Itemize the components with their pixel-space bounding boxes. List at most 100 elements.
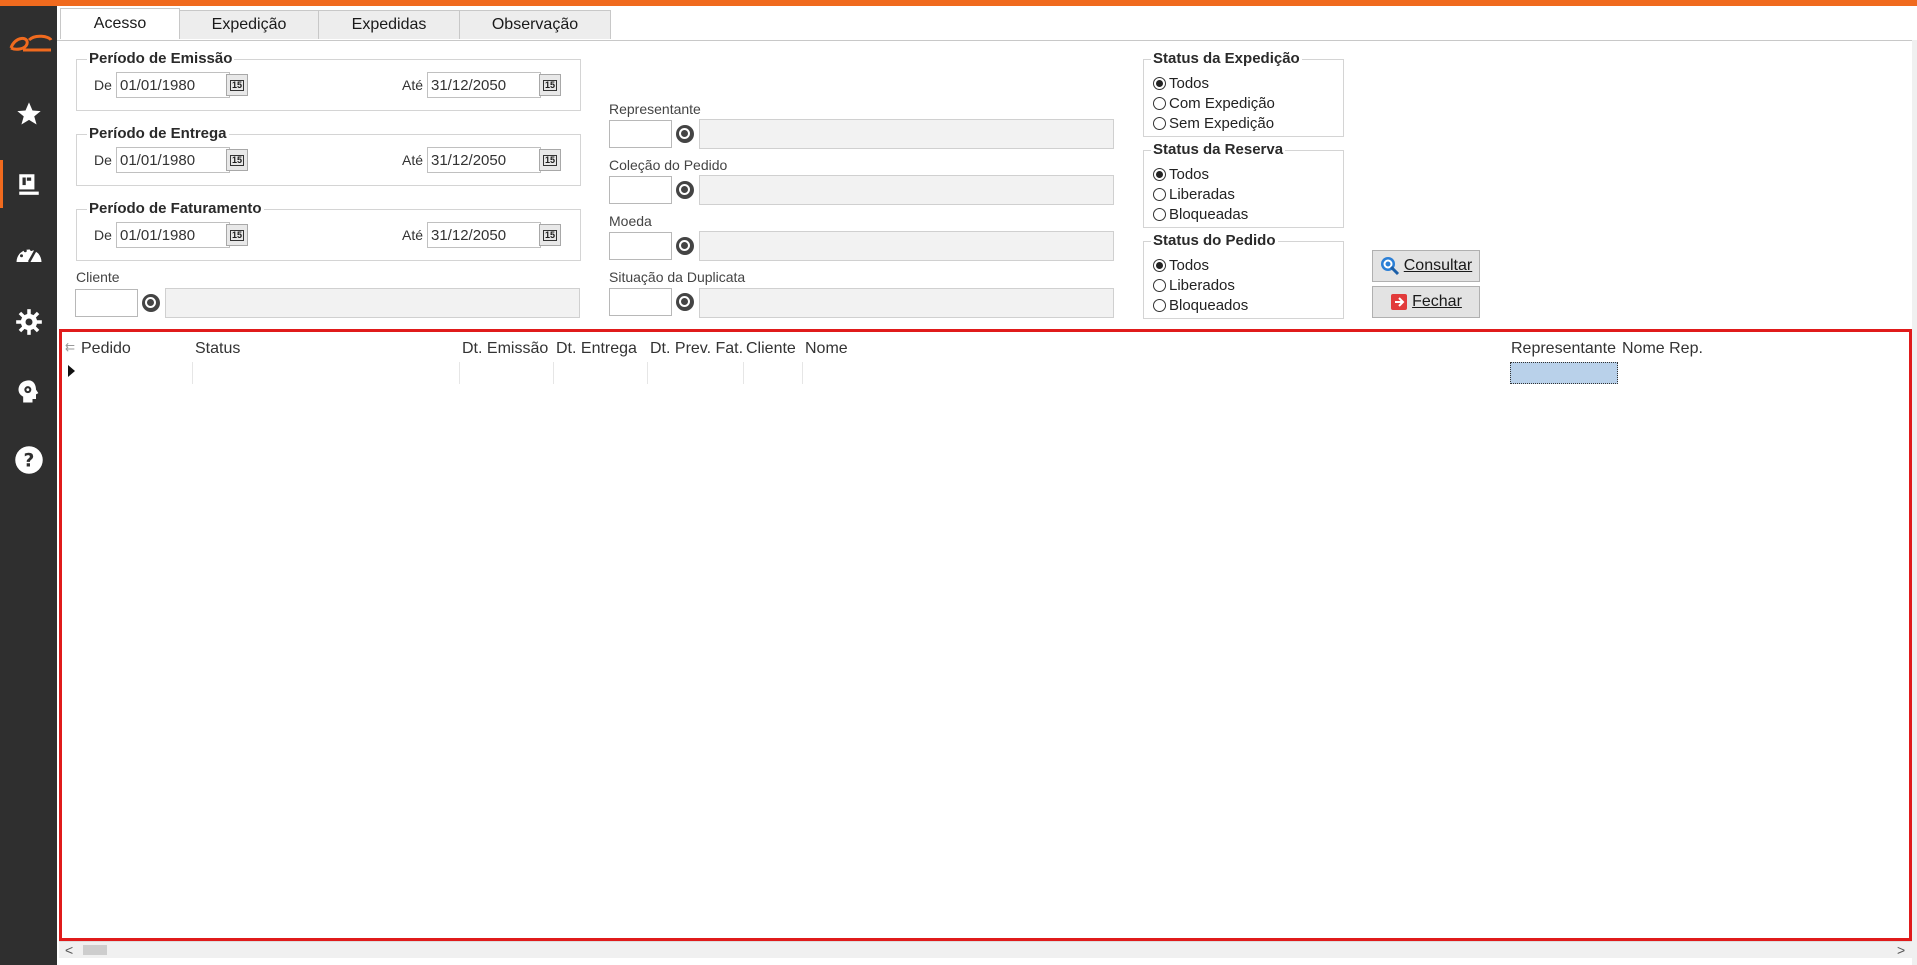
search-icon[interactable]: [676, 237, 694, 255]
column-divider: [647, 362, 648, 384]
gear-icon[interactable]: [0, 292, 57, 352]
cliente-code-input[interactable]: [75, 289, 138, 317]
representante-code-input[interactable]: [609, 120, 672, 148]
window-right-edge: [1912, 40, 1917, 965]
radio-button[interactable]: [1153, 96, 1166, 110]
column-header-representante[interactable]: Representante: [1511, 340, 1616, 358]
periodo-emissao-title: Período de Emissão: [87, 50, 235, 67]
scrollbar-thumb[interactable]: [83, 945, 107, 955]
radio-label: Todos: [1169, 165, 1210, 183]
radio-pedido-liberados[interactable]: Liberados: [1153, 276, 1235, 294]
periodo-emissao-group: Período de Emissão De 01/01/1980 15 Até …: [76, 50, 581, 111]
radio-button[interactable]: [1153, 116, 1166, 130]
consultar-button[interactable]: Consultar: [1372, 250, 1480, 282]
radio-expedicao-com[interactable]: Com Expedição: [1153, 94, 1275, 112]
column-divider: [192, 362, 193, 384]
logo-icon[interactable]: [0, 14, 57, 74]
radio-label: Todos: [1169, 74, 1210, 92]
tab-expedicao[interactable]: Expedição: [179, 10, 319, 39]
calendar-icon[interactable]: 15: [226, 149, 248, 171]
column-header-nome[interactable]: Nome: [805, 340, 848, 358]
ate-label: Até: [402, 152, 424, 168]
tab-observacao[interactable]: Observação: [459, 10, 611, 39]
calendar-icon[interactable]: 15: [226, 74, 248, 96]
cliente-name-field: [165, 288, 580, 318]
column-header-dt-prev-fat[interactable]: Dt. Prev. Fat.: [650, 340, 743, 358]
radio-expedicao-todos[interactable]: Todos: [1153, 74, 1209, 92]
periodo-faturamento-title: Período de Faturamento: [87, 200, 264, 217]
star-icon[interactable]: [0, 84, 57, 144]
search-icon[interactable]: [676, 293, 694, 311]
results-grid[interactable]: ⇇ Pedido Status Dt. Emissão Dt. Entrega …: [59, 329, 1912, 941]
column-header-dt-entrega[interactable]: Dt. Entrega: [556, 340, 637, 358]
ate-label: Até: [402, 227, 424, 243]
faturamento-ate-input[interactable]: 31/12/2050: [427, 222, 541, 248]
radio-button[interactable]: [1153, 298, 1166, 312]
radio-button[interactable]: [1153, 167, 1166, 181]
calendar-icon[interactable]: 15: [539, 224, 561, 246]
situacao-code-input[interactable]: [609, 288, 672, 316]
emissao-de-input[interactable]: 01/01/1980: [116, 72, 230, 98]
entrega-ate-input[interactable]: 31/12/2050: [427, 147, 541, 173]
search-icon[interactable]: [142, 294, 160, 312]
catalog-icon[interactable]: [0, 154, 57, 214]
radio-reserva-liberadas[interactable]: Liberadas: [1153, 185, 1235, 203]
calendar-icon[interactable]: 15: [226, 224, 248, 246]
help-icon[interactable]: ?: [0, 430, 57, 490]
radio-button[interactable]: [1153, 76, 1166, 90]
selected-cell[interactable]: [1510, 362, 1618, 384]
radio-button[interactable]: [1153, 207, 1166, 221]
dashboard-icon[interactable]: [0, 222, 57, 282]
status-reserva-group: Status da Reserva Todos Liberadas Bloque…: [1143, 141, 1344, 228]
column-header-cliente[interactable]: Cliente: [746, 340, 796, 358]
column-header-nome-rep[interactable]: Nome Rep.: [1622, 340, 1703, 358]
status-reserva-title: Status da Reserva: [1151, 141, 1286, 158]
entrega-de-input[interactable]: 01/01/1980: [116, 147, 230, 173]
emissao-ate-input[interactable]: 31/12/2050: [427, 72, 541, 98]
calendar-icon[interactable]: 15: [539, 149, 561, 171]
radio-button[interactable]: [1153, 187, 1166, 201]
search-icon[interactable]: [676, 181, 694, 199]
radio-reserva-todos[interactable]: Todos: [1153, 165, 1209, 183]
radio-pedido-bloqueados[interactable]: Bloqueados: [1153, 296, 1248, 314]
tab-acesso[interactable]: Acesso: [60, 8, 180, 39]
scroll-right-arrow-icon[interactable]: >: [1897, 942, 1905, 958]
status-pedido-title: Status do Pedido: [1151, 232, 1278, 249]
radio-button[interactable]: [1153, 278, 1166, 292]
tab-expedidas[interactable]: Expedidas: [318, 10, 460, 39]
moeda-code-input[interactable]: [609, 232, 672, 260]
faturamento-de-input[interactable]: 01/01/1980: [116, 222, 230, 248]
column-header-status[interactable]: Status: [195, 340, 240, 358]
radio-label: Bloqueadas: [1169, 205, 1249, 223]
de-label: De: [94, 227, 112, 243]
fechar-button[interactable]: Fechar: [1372, 286, 1480, 318]
tab-baseline: [57, 40, 1917, 41]
radio-label: Bloqueados: [1169, 296, 1249, 314]
fechar-label: Fechar: [1412, 293, 1462, 310]
current-row-indicator: [68, 365, 75, 377]
de-label: De: [94, 77, 112, 93]
column-header-pedido[interactable]: Pedido: [81, 340, 131, 358]
radio-expedicao-sem[interactable]: Sem Expedição: [1153, 114, 1274, 132]
colecao-label: Coleção do Pedido: [609, 157, 728, 173]
calendar-icon[interactable]: 15: [539, 74, 561, 96]
horizontal-scrollbar[interactable]: < >: [59, 941, 1912, 958]
radio-reserva-bloqueadas[interactable]: Bloqueadas: [1153, 205, 1248, 223]
radio-pedido-todos[interactable]: Todos: [1153, 256, 1209, 274]
radio-label: Liberados: [1169, 276, 1235, 294]
search-icon[interactable]: [676, 125, 694, 143]
column-divider: [553, 362, 554, 384]
radio-label: Sem Expedição: [1169, 114, 1275, 132]
tab-bar: Acesso Expedição Expedidas Observação: [60, 8, 611, 40]
radio-button[interactable]: [1153, 258, 1166, 272]
user-settings-icon[interactable]: [0, 362, 57, 422]
column-header-dt-emissao[interactable]: Dt. Emissão: [462, 340, 548, 358]
colecao-code-input[interactable]: [609, 176, 672, 204]
cliente-label: Cliente: [76, 269, 120, 285]
column-divider: [459, 362, 460, 384]
status-expedicao-group: Status da Expedição Todos Com Expedição …: [1143, 50, 1344, 137]
representante-name-field: [699, 119, 1114, 149]
scroll-left-arrow-icon[interactable]: <: [65, 942, 73, 958]
search-icon: [1380, 257, 1399, 276]
sidebar: ?: [0, 6, 57, 965]
